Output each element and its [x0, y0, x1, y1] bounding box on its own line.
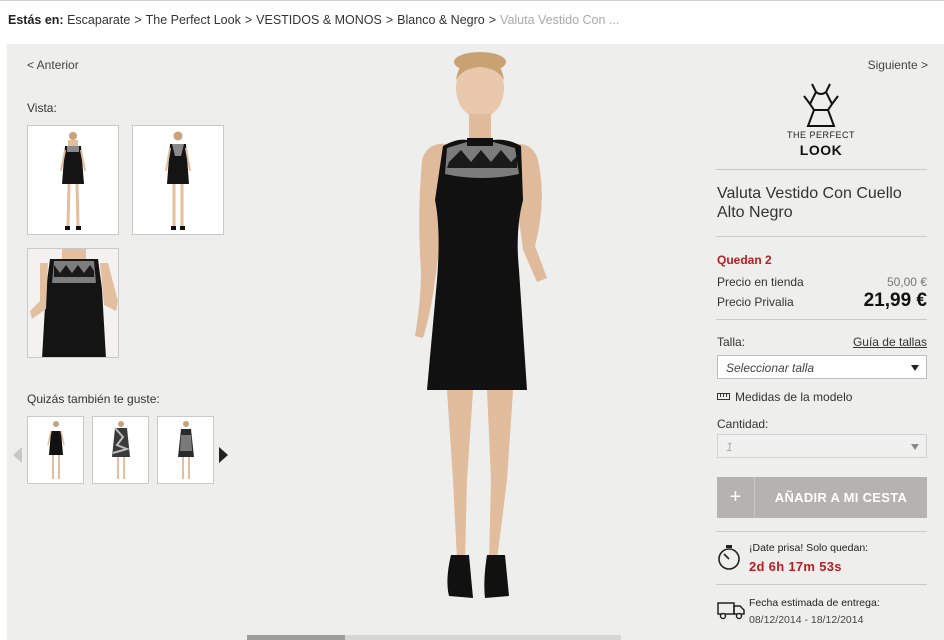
- size-label: Talla:: [717, 335, 746, 349]
- divider: [716, 531, 927, 532]
- product-title: Valuta Vestido Con Cuello Alto Negro: [717, 185, 902, 221]
- store-price-label: Precio en tienda: [717, 275, 804, 289]
- divider: [716, 319, 927, 320]
- size-select-placeholder: Seleccionar talla: [726, 361, 815, 375]
- breadcrumb-item-escaparate[interactable]: Escaparate: [67, 13, 130, 27]
- stock-remaining: Quedan 2: [717, 253, 772, 267]
- delivery-block: Fecha estimada de entrega: 08/12/2014 - …: [717, 594, 927, 634]
- thumbnail-front[interactable]: [27, 125, 119, 235]
- delivery-dates: 08/12/2014 - 18/12/2014: [749, 614, 864, 626]
- suggestions-label: Quizás también te guste:: [27, 392, 160, 406]
- suggestion-item[interactable]: [157, 416, 214, 484]
- suggestion-image-printed-dress: [112, 421, 131, 479]
- privalia-price-label: Precio Privalia: [717, 295, 794, 309]
- countdown-text: ¡Date prisa! Solo quedan:: [749, 542, 869, 554]
- delivery-text: Fecha estimada de entrega:: [749, 597, 880, 609]
- breadcrumb-item-category[interactable]: VESTIDOS & MONOS: [256, 13, 382, 27]
- add-to-cart-button[interactable]: + AÑADIR A MI CESTA: [717, 477, 927, 518]
- truck-icon: [717, 602, 745, 620]
- breadcrumb-current: Valuta Vestido Con ...: [500, 13, 620, 27]
- divider: [716, 236, 927, 237]
- size-select[interactable]: Seleccionar talla: [717, 355, 927, 379]
- suggestions-next-arrow-icon[interactable]: [219, 447, 228, 463]
- suggestion-image-strapless-dress: [47, 421, 65, 479]
- divider: [716, 169, 927, 170]
- plus-icon: +: [717, 477, 755, 518]
- product-stage: < Anterior Siguiente > Vista: Quizás tam…: [7, 44, 944, 640]
- view-label: Vista:: [27, 101, 57, 115]
- breadcrumb-separator: >: [488, 13, 497, 27]
- countdown-timer: 2d 6h 17m 53s: [749, 559, 842, 574]
- chevron-down-icon: [911, 444, 919, 450]
- breadcrumb-prefix: Estás en:: [8, 13, 64, 27]
- suggestion-item[interactable]: [92, 416, 149, 484]
- thumbnail-detail[interactable]: [27, 248, 119, 358]
- dress-front-thumbnail-image: [60, 132, 86, 230]
- privalia-price-value: 21,99 €: [863, 290, 927, 311]
- dress-back-thumbnail-image: [165, 131, 191, 230]
- image-scrollbar[interactable]: [247, 635, 621, 640]
- suggestion-image-sequin-dress: [178, 421, 194, 479]
- breadcrumb-separator: >: [134, 13, 142, 27]
- brand-name-line2: LOOK: [799, 142, 843, 158]
- brand-logo[interactable]: THE PERFECT LOOK: [786, 80, 856, 158]
- ruler-icon: [717, 393, 730, 400]
- previous-product-link[interactable]: < Anterior: [27, 58, 79, 72]
- privalia-price-row: Precio Privalia 21,99 €: [717, 290, 927, 311]
- product-info-panel: THE PERFECT LOOK Valuta Vestido Con Cuel…: [716, 44, 927, 640]
- store-price-row: Precio en tienda 50,00 €: [717, 275, 927, 289]
- breadcrumb: Estás en: Escaparate > The Perfect Look > VE…: [0, 0, 944, 42]
- store-price-value: 50,00 €: [886, 275, 927, 289]
- breadcrumb-separator: >: [385, 13, 394, 27]
- suggestions-prev-arrow-icon[interactable]: [13, 447, 22, 463]
- main-product-image: [415, 52, 547, 598]
- breadcrumb-item-brand[interactable]: The Perfect Look: [146, 13, 241, 27]
- model-measures-label: Medidas de la modelo: [735, 390, 853, 404]
- model-measures-link[interactable]: Medidas de la modelo: [717, 390, 852, 404]
- chevron-down-icon: [911, 365, 919, 371]
- quantity-label: Cantidad:: [717, 417, 769, 431]
- countdown-block: ¡Date prisa! Solo quedan: 2d 6h 17m 53s: [717, 540, 927, 580]
- quantity-value: 1: [726, 440, 733, 454]
- divider: [716, 584, 927, 585]
- dress-detail-thumbnail-image: [28, 249, 118, 357]
- image-scrollbar-thumb[interactable]: [247, 635, 345, 640]
- add-to-cart-label: AÑADIR A MI CESTA: [774, 490, 908, 505]
- suggestion-item[interactable]: [27, 416, 84, 484]
- dress-hanger-icon: [803, 83, 839, 127]
- size-guide-link[interactable]: Guía de tallas: [853, 335, 927, 349]
- quantity-select[interactable]: 1: [717, 434, 927, 458]
- brand-name-line1: THE PERFECT: [786, 130, 855, 140]
- thumbnail-back[interactable]: [132, 125, 224, 235]
- breadcrumb-item-subcategory[interactable]: Blanco & Negro: [397, 13, 485, 27]
- stopwatch-icon: [718, 545, 740, 570]
- breadcrumb-separator: >: [244, 13, 253, 27]
